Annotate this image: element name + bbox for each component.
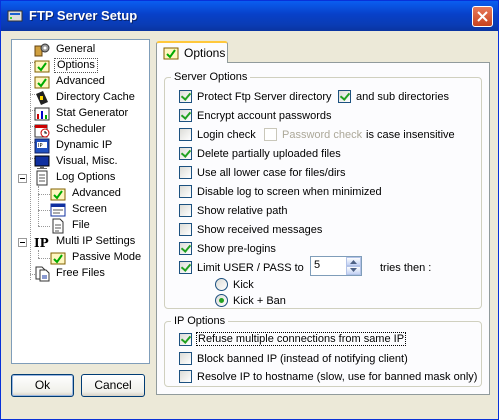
directory-cache-icon bbox=[34, 90, 50, 106]
log-advanced-icon bbox=[50, 186, 66, 202]
server-options-title: Server Options bbox=[171, 70, 251, 84]
tries-value[interactable]: 5 bbox=[314, 259, 320, 271]
multi-ip-icon: IP bbox=[34, 234, 50, 250]
case-insensitive-label: is case insensitive bbox=[366, 129, 455, 141]
ok-button[interactable]: Ok bbox=[11, 374, 74, 397]
stat-generator-icon bbox=[34, 106, 50, 122]
ftp-server-icon bbox=[7, 8, 23, 24]
close-icon bbox=[477, 11, 488, 22]
options-icon bbox=[34, 58, 50, 74]
general-icon bbox=[34, 42, 50, 58]
options-icon bbox=[163, 45, 179, 61]
ip-options-title: IP Options bbox=[171, 314, 229, 328]
window-title: FTP Server Setup bbox=[29, 8, 138, 23]
monitor-icon bbox=[34, 154, 50, 170]
server-options-group: Server Options Protect Ftp Server direct… bbox=[164, 70, 482, 309]
options-tab-panel: Server Options Protect Ftp Server direct… bbox=[156, 62, 490, 395]
file-icon bbox=[50, 218, 66, 234]
tab-options[interactable]: Options bbox=[156, 41, 228, 63]
multi-ip-collapse-toggle[interactable] bbox=[18, 238, 27, 247]
ip-options-group: IP Options Refuse multiple connections f… bbox=[164, 314, 482, 387]
arrow-down-icon bbox=[350, 268, 357, 272]
svg-text:IP: IP bbox=[38, 143, 43, 149]
cancel-button[interactable]: Cancel bbox=[81, 374, 145, 397]
tries-then-label: tries then : bbox=[380, 262, 432, 274]
log-options-collapse-toggle[interactable] bbox=[18, 174, 27, 183]
log-options-icon bbox=[34, 170, 50, 186]
spin-up-button[interactable] bbox=[346, 257, 361, 266]
scheduler-icon bbox=[34, 122, 50, 138]
settings-tree[interactable]: General Options Advanced Directory Cache… bbox=[11, 39, 150, 364]
spin-down-button[interactable] bbox=[346, 266, 361, 275]
free-files-icon bbox=[34, 266, 50, 282]
close-button[interactable] bbox=[472, 6, 493, 27]
passive-mode-icon bbox=[50, 250, 66, 266]
arrow-up-icon bbox=[350, 260, 357, 264]
dynamic-ip-icon: IP bbox=[34, 138, 50, 154]
setup-window: FTP Server Setup General Options Advance… bbox=[0, 0, 499, 420]
svg-text:IP: IP bbox=[34, 236, 49, 250]
screen-icon bbox=[50, 202, 66, 218]
title-bar[interactable]: FTP Server Setup bbox=[1, 1, 498, 31]
tries-spinner[interactable]: 5 bbox=[310, 256, 362, 276]
advanced-icon bbox=[34, 74, 50, 90]
